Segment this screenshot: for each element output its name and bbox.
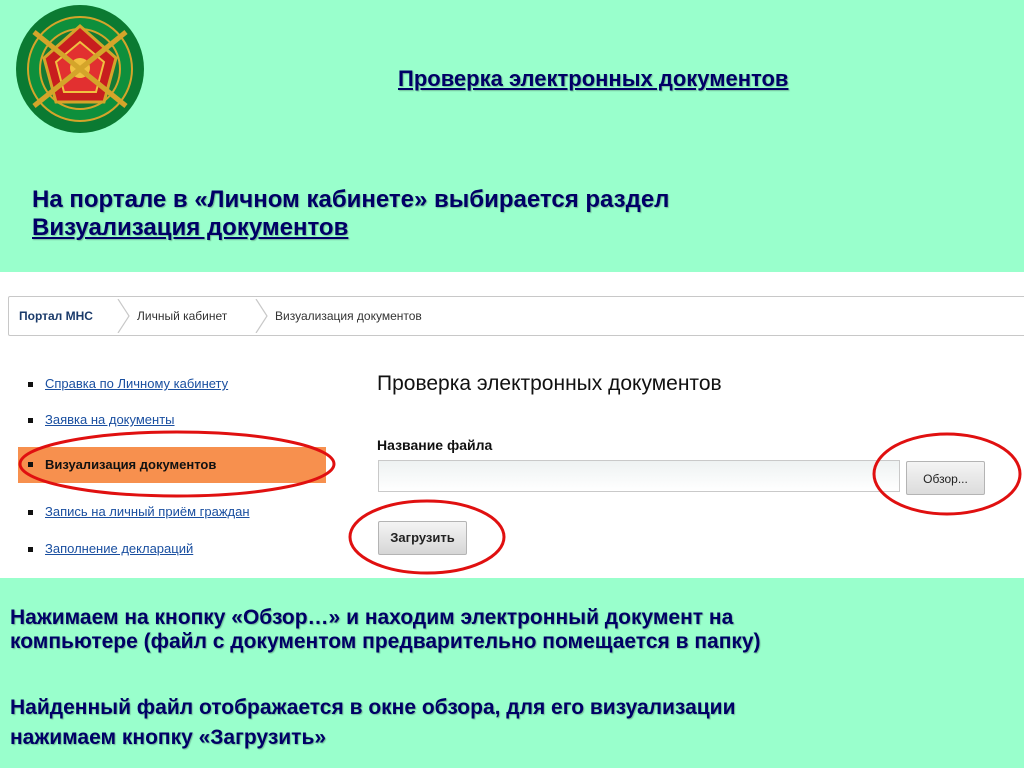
instruction-browse: Нажимаем на кнопку «Обзор…» и находим эл… xyxy=(10,606,761,654)
breadcrumb: Портал МНС Личный кабинет Визуализация д… xyxy=(8,296,1024,336)
instruction-line: Нажимаем на кнопку «Обзор…» и находим эл… xyxy=(10,606,734,629)
square-bullet-icon xyxy=(28,382,33,387)
square-bullet-icon xyxy=(28,510,33,515)
sidebar-item-label[interactable]: Справка по Личному кабинету xyxy=(45,376,228,391)
intro-text: На портале в «Личном кабинете» выбираетс… xyxy=(32,186,669,242)
sidebar-item-label: Визуализация документов xyxy=(45,457,217,472)
portal-screenshot: Портал МНС Личный кабинет Визуализация д… xyxy=(0,272,1024,578)
ministry-emblem-icon xyxy=(16,5,144,133)
breadcrumb-cabinet[interactable]: Личный кабинет xyxy=(137,309,227,323)
instruction-line: Найденный файл отображается в окне обзор… xyxy=(10,696,736,719)
upload-button[interactable]: Загрузить xyxy=(378,521,467,555)
sidebar-item-visualization[interactable]: Визуализация документов xyxy=(18,447,326,483)
browse-button[interactable]: Обзор... xyxy=(906,461,985,495)
square-bullet-icon xyxy=(28,462,33,467)
square-bullet-icon xyxy=(28,418,33,423)
file-path-input[interactable] xyxy=(378,460,900,492)
intro-line: На портале в «Личном кабинете» выбираетс… xyxy=(32,186,670,213)
intro-section-link: Визуализация документов xyxy=(32,214,349,241)
slide-title: Проверка электронных документов xyxy=(398,66,789,91)
chevron-right-icon xyxy=(117,299,130,333)
instruction-line: компьютере (файл с документом предварите… xyxy=(10,630,761,653)
breadcrumb-portal[interactable]: Портал МНС xyxy=(19,309,93,323)
chevron-right-icon xyxy=(255,299,268,333)
form-title: Проверка электронных документов xyxy=(377,372,722,395)
breadcrumb-visualization: Визуализация документов xyxy=(275,309,422,323)
file-name-label: Название файла xyxy=(377,437,493,453)
square-bullet-icon xyxy=(28,547,33,552)
sidebar-item-label[interactable]: Запись на личный приём граждан xyxy=(45,504,250,519)
instruction-upload: Найденный файл отображается в окне обзор… xyxy=(10,693,736,753)
instruction-line: нажимаем кнопку «Загрузить» xyxy=(10,726,327,749)
sidebar-item-label[interactable]: Заполнение деклараций xyxy=(45,541,193,556)
sidebar-item-label[interactable]: Заявка на документы xyxy=(45,412,175,427)
